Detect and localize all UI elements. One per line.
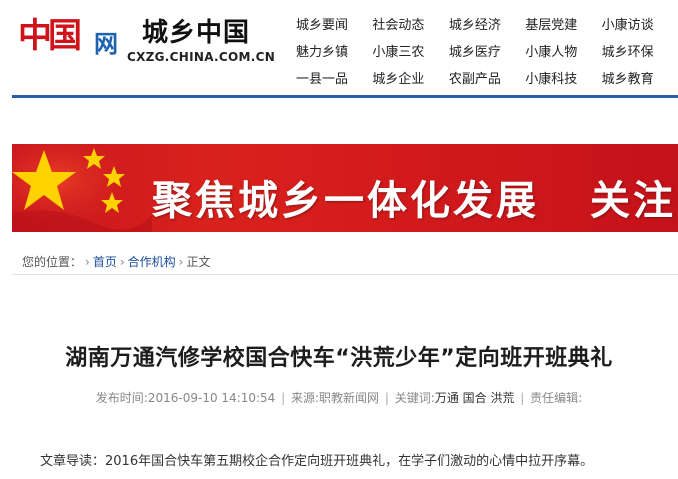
breadcrumb-current: 正文 (186, 255, 211, 269)
banner-headline: 聚焦城乡一体化发展 (152, 178, 539, 224)
nav-link[interactable]: 小康科技 (525, 68, 601, 95)
nav-link[interactable]: 基层党建 (525, 14, 601, 41)
nav-row-2: 魅力乡镇 小康三农 城乡医疗 小康人物 城乡环保 (296, 41, 678, 68)
logo-blue-text: 网 (94, 30, 118, 58)
nav-row-3: 一县一品 城乡企业 农副产品 小康科技 城乡教育 (296, 68, 678, 95)
china-com-logo[interactable]: 中国 网 (18, 8, 126, 64)
meta-time-label: 发布时间: (95, 391, 148, 405)
meta-keywords[interactable]: 万通 国合 洪荒 (435, 391, 515, 405)
nav-row-1: 城乡要闻 社会动态 城乡经济 基层党建 小康访谈 (296, 14, 678, 41)
nav-link[interactable]: 城乡环保 (602, 41, 678, 68)
meta-editor-label: 责任编辑: (530, 391, 583, 405)
nav-link[interactable]: 城乡企业 (372, 68, 448, 95)
banner[interactable]: 聚焦城乡一体化发展 关注 (12, 144, 678, 232)
breadcrumb-label: 您的位置： (22, 255, 83, 269)
article-meta: 发布时间:2016-09-10 14:10:54 | 来源:职教新闻网 | 关键… (0, 389, 678, 406)
banner-headline-2: 关注 (590, 178, 676, 224)
breadcrumb-partner-link[interactable]: 合作机构 (128, 255, 176, 269)
breadcrumb-separator: › (85, 255, 90, 269)
header-divider (12, 95, 678, 98)
breadcrumb-separator: › (178, 255, 184, 269)
nav-link[interactable]: 魅力乡镇 (296, 41, 372, 68)
nav-link[interactable]: 城乡要闻 (296, 14, 372, 41)
nav-link[interactable]: 城乡教育 (602, 68, 678, 95)
breadcrumb: 您的位置： › 首页 › 合作机构 › 正文 (12, 249, 678, 275)
site-name[interactable]: 城乡中国 (142, 12, 250, 49)
article-title: 湖南万通汽修学校国合快车“洪荒少年”定向班开班典礼 (65, 346, 613, 371)
nav-link[interactable]: 一县一品 (296, 68, 372, 95)
lead-label: 文章导读： (40, 454, 106, 469)
breadcrumb-separator: › (119, 255, 125, 269)
nav-link[interactable]: 城乡经济 (449, 14, 525, 41)
site-header: 中国 网 城乡中国 CXZG.CHINA.COM.CN 城乡要闻 社会动态 城乡… (0, 0, 678, 95)
breadcrumb-home-link[interactable]: 首页 (93, 255, 117, 269)
meta-separator: | (281, 391, 286, 405)
nav-link[interactable]: 农副产品 (449, 68, 525, 95)
flag-stars-icon (12, 144, 152, 232)
meta-separator: | (520, 391, 525, 405)
main-nav: 城乡要闻 社会动态 城乡经济 基层党建 小康访谈 魅力乡镇 小康三农 城乡医疗 … (296, 14, 678, 95)
nav-link[interactable]: 社会动态 (372, 14, 448, 41)
meta-keywords-label: 关键词: (394, 391, 435, 405)
meta-separator: | (384, 391, 389, 405)
article-lead: 文章导读：2016年国合快车第五期校企合作定向班开班典礼，在学子们激动的心情中拉… (40, 450, 660, 469)
meta-source-label: 来源: (291, 391, 320, 405)
lead-text: 2016年国合快车第五期校企合作定向班开班典礼，在学子们激动的心情中拉开序幕。 (105, 454, 594, 469)
meta-source: 职教新闻网 (319, 391, 380, 405)
site-url: CXZG.CHINA.COM.CN (127, 50, 276, 64)
nav-link[interactable]: 城乡医疗 (449, 41, 525, 68)
logo-red-text: 中国 (18, 16, 82, 56)
nav-link[interactable]: 小康人物 (525, 41, 601, 68)
nav-link[interactable]: 小康访谈 (602, 14, 678, 41)
nav-link[interactable]: 小康三农 (372, 41, 448, 68)
meta-time: 2016-09-10 14:10:54 (147, 391, 276, 405)
